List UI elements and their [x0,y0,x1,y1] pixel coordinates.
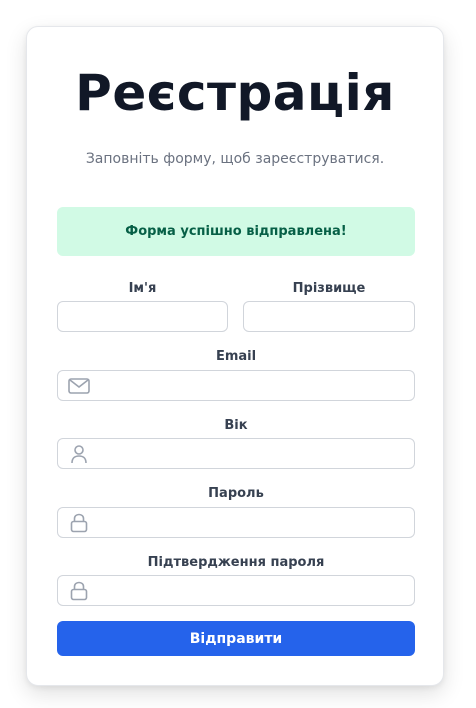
confirm-password-input[interactable] [58,576,414,605]
confirm-password-field[interactable] [57,575,415,606]
envelope-icon [68,375,90,397]
page-subtitle: Заповніть форму, щоб зареєструватися. [85,151,385,167]
user-icon [68,443,90,465]
success-alert: Форма успішно відправлена! [57,207,415,256]
email-field[interactable] [57,370,415,401]
confirm-password-label: Підтвердження пароля [147,555,325,570]
first-name-field[interactable] [57,301,228,332]
lock-icon [68,580,90,602]
last-name-input[interactable] [244,302,414,331]
last-name-field[interactable] [243,301,415,332]
age-label: Вік [224,418,248,433]
password-input[interactable] [58,508,414,537]
success-alert-text: Форма успішно відправлена! [125,224,347,239]
password-label: Пароль [208,486,264,501]
email-input[interactable] [58,371,414,400]
registration-card: Реєстрація Заповніть форму, щоб зареєстр… [26,26,444,686]
page-title: Реєстрація [75,64,395,122]
age-input[interactable] [58,439,414,468]
email-label: Email [215,349,257,364]
password-field[interactable] [57,507,415,538]
age-field[interactable] [57,438,415,469]
first-name-label: Ім'я [128,281,157,296]
first-name-input[interactable] [58,302,227,331]
lock-icon [68,512,90,534]
submit-button[interactable]: Відправити [57,621,415,656]
last-name-label: Прізвище [292,281,366,296]
